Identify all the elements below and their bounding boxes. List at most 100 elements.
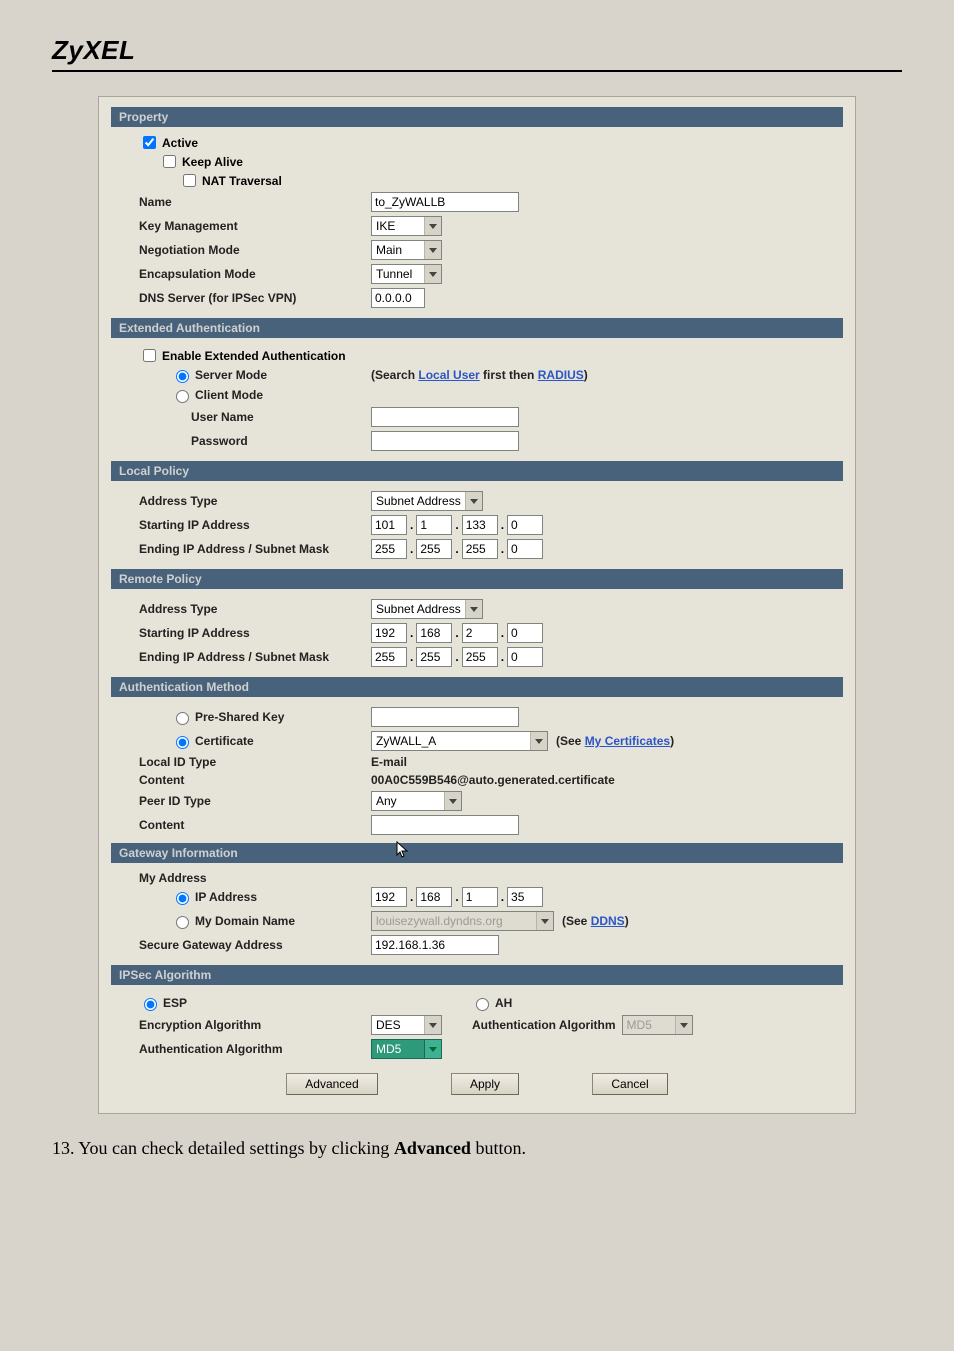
advanced-button[interactable]: Advanced <box>286 1073 377 1095</box>
ip-octet[interactable] <box>462 887 498 907</box>
chevron-down-icon <box>424 1016 441 1034</box>
server-mode-note: (Search Local User first then RADIUS) <box>371 368 588 382</box>
client-mode-radio[interactable] <box>176 390 189 403</box>
keep-alive-label: Keep Alive <box>182 155 243 169</box>
ddns-link[interactable]: DDNS <box>591 914 625 928</box>
ip-address-radio[interactable] <box>176 892 189 905</box>
chevron-down-icon <box>424 265 441 283</box>
dns-server-label: DNS Server (for IPSec VPN) <box>139 291 371 305</box>
my-domain-name-select[interactable]: louisezywall.dyndns.org <box>371 911 554 931</box>
ip-octet[interactable] <box>416 623 452 643</box>
local-start-ip-label: Starting IP Address <box>139 518 371 532</box>
nat-traversal-row: NAT Traversal <box>111 171 843 190</box>
certificate-radio[interactable] <box>176 736 189 749</box>
local-addr-type-label: Address Type <box>139 494 371 508</box>
ip-octet[interactable] <box>371 887 407 907</box>
active-label: Active <box>162 136 198 150</box>
my-domain-name-label: My Domain Name <box>195 914 295 928</box>
nat-traversal-label: NAT Traversal <box>202 174 282 188</box>
keep-alive-row: Keep Alive <box>111 152 843 171</box>
ip-octet[interactable] <box>371 515 407 535</box>
config-panel: Property Active Keep Alive NAT Traversal… <box>98 96 856 1114</box>
content2-label: Content <box>139 818 371 832</box>
local-start-ip: . . . <box>371 515 843 535</box>
chevron-down-icon <box>444 792 461 810</box>
auth-alg-label: Authentication Algorithm <box>139 1042 371 1056</box>
chevron-down-icon <box>465 600 482 618</box>
ip-octet[interactable] <box>462 515 498 535</box>
content2-input[interactable] <box>371 815 519 835</box>
peer-id-type-select[interactable]: Any <box>371 791 462 811</box>
local-user-link[interactable]: Local User <box>418 368 479 382</box>
chevron-down-icon <box>424 241 441 259</box>
psk-label: Pre-Shared Key <box>195 710 284 724</box>
my-domain-name-radio[interactable] <box>176 916 189 929</box>
chevron-down-icon <box>465 492 482 510</box>
remote-addr-type-label: Address Type <box>139 602 371 616</box>
secure-gateway-input[interactable] <box>371 935 499 955</box>
apply-button[interactable]: Apply <box>451 1073 519 1095</box>
ip-address-label: IP Address <box>195 890 257 904</box>
ip-octet[interactable] <box>462 539 498 559</box>
encryption-alg-label: Encryption Algorithm <box>139 1018 371 1032</box>
cancel-button[interactable]: Cancel <box>592 1073 667 1095</box>
psk-input[interactable] <box>371 707 519 727</box>
certificate-label: Certificate <box>195 734 254 748</box>
local-id-type-label: Local ID Type <box>139 755 371 769</box>
enable-ext-auth-checkbox[interactable] <box>143 349 156 362</box>
local-id-type-value: E-mail <box>371 755 843 769</box>
server-mode-radio[interactable] <box>176 370 189 383</box>
my-address-label: My Address <box>111 871 843 885</box>
user-name-label: User Name <box>191 410 371 424</box>
name-input[interactable] <box>371 192 519 212</box>
key-management-select[interactable]: IKE <box>371 216 442 236</box>
ah-auth-alg-label: Authentication Algorithm <box>472 1018 616 1032</box>
auth-alg-select[interactable]: MD5 <box>371 1039 442 1059</box>
keep-alive-checkbox[interactable] <box>163 155 176 168</box>
brand-rule <box>52 70 902 72</box>
ip-octet[interactable] <box>507 887 543 907</box>
my-certificates-link[interactable]: My Certificates <box>585 734 670 748</box>
remote-end-ip: . . . <box>371 647 843 667</box>
ip-octet[interactable] <box>462 647 498 667</box>
section-header-property: Property <box>111 107 843 127</box>
remote-start-ip: . . . <box>371 623 843 643</box>
ah-radio[interactable] <box>476 998 489 1011</box>
ip-octet[interactable] <box>462 623 498 643</box>
ip-octet[interactable] <box>371 623 407 643</box>
ip-octet[interactable] <box>416 515 452 535</box>
ip-octet[interactable] <box>507 515 543 535</box>
ip-octet[interactable] <box>416 887 452 907</box>
dns-server-input[interactable] <box>371 288 425 308</box>
certificate-select[interactable]: ZyWALL_A <box>371 731 548 751</box>
section-header-ipsec-alg: IPSec Algorithm <box>111 965 843 985</box>
ip-octet[interactable] <box>371 647 407 667</box>
password-input[interactable] <box>371 431 519 451</box>
esp-label: ESP <box>163 996 187 1010</box>
remote-addr-type-select[interactable]: Subnet Address <box>371 599 483 619</box>
chevron-down-icon <box>424 1040 441 1058</box>
radius-link[interactable]: RADIUS <box>538 368 584 382</box>
local-addr-type-select[interactable]: Subnet Address <box>371 491 483 511</box>
nat-traversal-checkbox[interactable] <box>183 174 196 187</box>
ip-octet[interactable] <box>507 539 543 559</box>
ip-octet[interactable] <box>416 647 452 667</box>
active-checkbox[interactable] <box>143 136 156 149</box>
encryption-alg-select[interactable]: DES <box>371 1015 442 1035</box>
ip-octet[interactable] <box>507 647 543 667</box>
negotiation-mode-select[interactable]: Main <box>371 240 442 260</box>
ip-octet[interactable] <box>507 623 543 643</box>
ip-octet[interactable] <box>416 539 452 559</box>
chevron-down-icon <box>530 732 547 750</box>
negotiation-mode-label: Negotiation Mode <box>139 243 371 257</box>
enable-ext-auth-label: Enable Extended Authentication <box>162 349 346 363</box>
ip-octet[interactable] <box>371 539 407 559</box>
chevron-down-icon <box>675 1016 692 1034</box>
esp-radio[interactable] <box>144 998 157 1011</box>
server-mode-label: Server Mode <box>195 368 267 382</box>
user-name-input[interactable] <box>371 407 519 427</box>
encapsulation-mode-select[interactable]: Tunnel <box>371 264 442 284</box>
psk-radio[interactable] <box>176 712 189 725</box>
ah-auth-alg-select[interactable]: MD5 <box>622 1015 693 1035</box>
section-header-gateway-info: Gateway Information <box>111 843 843 863</box>
